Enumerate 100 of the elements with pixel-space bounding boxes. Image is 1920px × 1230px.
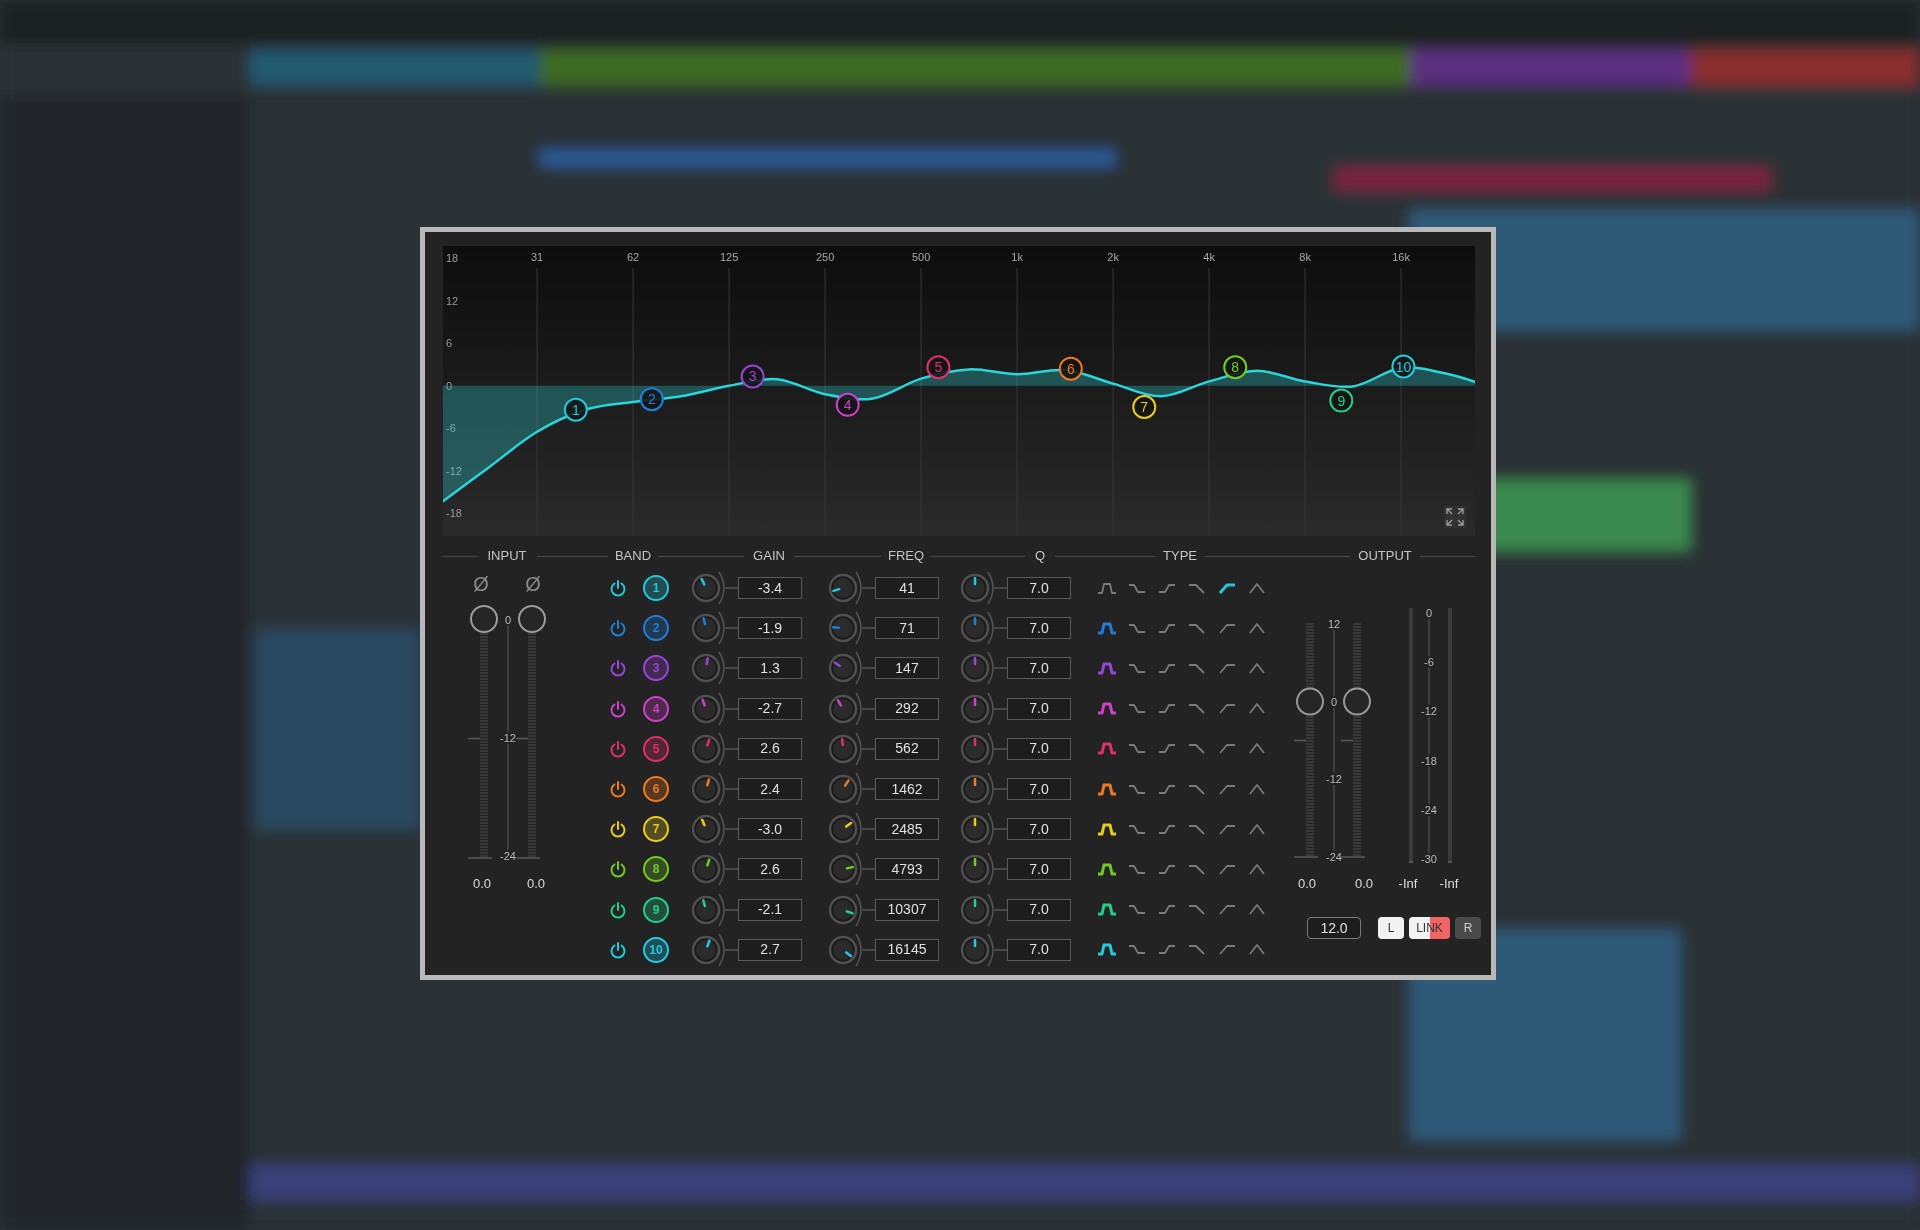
- frequency-field[interactable]: 292: [875, 697, 939, 720]
- phase-invert-button[interactable]: Ø: [473, 573, 489, 595]
- expand-icon[interactable]: [1444, 506, 1466, 528]
- frequency-field[interactable]: 71: [875, 617, 939, 640]
- frequency-field[interactable]: 10307: [875, 898, 939, 921]
- peak-icon[interactable]: [1246, 821, 1268, 837]
- q-field[interactable]: 7.0: [1007, 657, 1071, 680]
- q-knob[interactable]: [961, 932, 1007, 967]
- power-icon[interactable]: [608, 578, 628, 599]
- peak-icon[interactable]: [1246, 660, 1268, 676]
- band-node[interactable]: 7: [1132, 394, 1157, 419]
- gain-field[interactable]: 1.3: [738, 657, 802, 680]
- gain-knob[interactable]: [692, 772, 738, 807]
- frequency-knob[interactable]: [829, 772, 875, 807]
- bell-curve-icon[interactable]: [1096, 821, 1118, 837]
- frequency-knob[interactable]: [829, 571, 875, 606]
- band-node[interactable]: 3: [740, 364, 765, 389]
- range-field[interactable]: 12.0: [1307, 917, 1361, 939]
- gain-field[interactable]: -3.4: [738, 577, 802, 600]
- q-knob[interactable]: [961, 611, 1007, 646]
- channel-button[interactable]: L: [1378, 917, 1404, 939]
- power-icon[interactable]: [608, 819, 628, 840]
- power-icon[interactable]: [608, 939, 628, 960]
- band-node[interactable]: 8: [1223, 355, 1248, 380]
- bell-curve-icon[interactable]: [1096, 861, 1118, 877]
- fader-track[interactable]: [1293, 623, 1324, 858]
- gain-knob[interactable]: [692, 611, 738, 646]
- frequency-field[interactable]: 4793: [875, 858, 939, 881]
- fader-track[interactable]: [467, 605, 498, 859]
- q-knob[interactable]: [961, 772, 1007, 807]
- fader-knob[interactable]: [1343, 687, 1371, 716]
- frequency-knob[interactable]: [829, 611, 875, 646]
- channel-button[interactable]: R: [1455, 917, 1481, 939]
- bell-curve-icon[interactable]: [1096, 701, 1118, 717]
- power-icon[interactable]: [608, 899, 628, 920]
- q-field[interactable]: 7.0: [1007, 858, 1071, 881]
- gain-field[interactable]: -2.7: [738, 697, 802, 720]
- gain-knob[interactable]: [692, 812, 738, 847]
- q-field[interactable]: 7.0: [1007, 617, 1071, 640]
- fader-knob[interactable]: [1296, 687, 1324, 716]
- gain-field[interactable]: 2.4: [738, 778, 802, 801]
- frequency-field[interactable]: 147: [875, 657, 939, 680]
- band-number-button[interactable]: 10: [643, 936, 669, 963]
- q-knob[interactable]: [961, 571, 1007, 606]
- bell-curve-icon[interactable]: [1096, 902, 1118, 918]
- q-knob[interactable]: [961, 852, 1007, 887]
- gain-field[interactable]: 2.7: [738, 938, 802, 961]
- band-number-button[interactable]: 9: [643, 896, 669, 923]
- frequency-knob[interactable]: [829, 731, 875, 766]
- peak-icon[interactable]: [1246, 580, 1268, 596]
- power-icon[interactable]: [608, 779, 628, 800]
- peak-icon[interactable]: [1246, 781, 1268, 797]
- bell-curve-icon[interactable]: [1096, 942, 1118, 958]
- band-node[interactable]: 1: [563, 397, 588, 422]
- gain-knob[interactable]: [692, 731, 738, 766]
- frequency-field[interactable]: 1462: [875, 778, 939, 801]
- q-knob[interactable]: [961, 892, 1007, 927]
- gain-field[interactable]: -2.1: [738, 898, 802, 921]
- q-field[interactable]: 7.0: [1007, 818, 1071, 841]
- frequency-field[interactable]: 16145: [875, 938, 939, 961]
- peak-icon[interactable]: [1246, 861, 1268, 877]
- frequency-knob[interactable]: [829, 651, 875, 686]
- frequency-field[interactable]: 2485: [875, 818, 939, 841]
- band-number-button[interactable]: 8: [643, 856, 669, 883]
- q-field[interactable]: 7.0: [1007, 938, 1071, 961]
- q-field[interactable]: 7.0: [1007, 737, 1071, 760]
- gain-field[interactable]: 2.6: [738, 858, 802, 881]
- band-number-button[interactable]: 7: [643, 816, 669, 843]
- gain-knob[interactable]: [692, 571, 738, 606]
- band-number-button[interactable]: 1: [643, 575, 669, 602]
- frequency-knob[interactable]: [829, 852, 875, 887]
- band-node[interactable]: 5: [926, 355, 951, 380]
- peak-icon[interactable]: [1246, 620, 1268, 636]
- band-node[interactable]: 10: [1391, 354, 1416, 379]
- frequency-field[interactable]: 562: [875, 737, 939, 760]
- q-field[interactable]: 7.0: [1007, 577, 1071, 600]
- gain-knob[interactable]: [692, 852, 738, 887]
- frequency-knob[interactable]: [829, 691, 875, 726]
- q-knob[interactable]: [961, 731, 1007, 766]
- q-field[interactable]: 7.0: [1007, 778, 1071, 801]
- band-node[interactable]: 9: [1329, 388, 1354, 413]
- gain-knob[interactable]: [692, 932, 738, 967]
- band-node[interactable]: 2: [639, 387, 664, 412]
- band-node[interactable]: 6: [1058, 356, 1083, 381]
- bell-curve-icon[interactable]: [1096, 781, 1118, 797]
- q-knob[interactable]: [961, 651, 1007, 686]
- phase-invert-button[interactable]: Ø: [525, 573, 541, 595]
- q-knob[interactable]: [961, 812, 1007, 847]
- frequency-knob[interactable]: [829, 892, 875, 927]
- q-field[interactable]: 7.0: [1007, 898, 1071, 921]
- frequency-knob[interactable]: [829, 812, 875, 847]
- q-field[interactable]: 7.0: [1007, 697, 1071, 720]
- channel-button[interactable]: LINK: [1409, 917, 1450, 939]
- gain-knob[interactable]: [692, 691, 738, 726]
- fader-track[interactable]: [515, 605, 546, 859]
- band-number-button[interactable]: 6: [643, 776, 669, 803]
- power-icon[interactable]: [608, 859, 628, 880]
- gain-field[interactable]: -1.9: [738, 617, 802, 640]
- fader-knob[interactable]: [518, 605, 546, 633]
- frequency-knob[interactable]: [829, 932, 875, 967]
